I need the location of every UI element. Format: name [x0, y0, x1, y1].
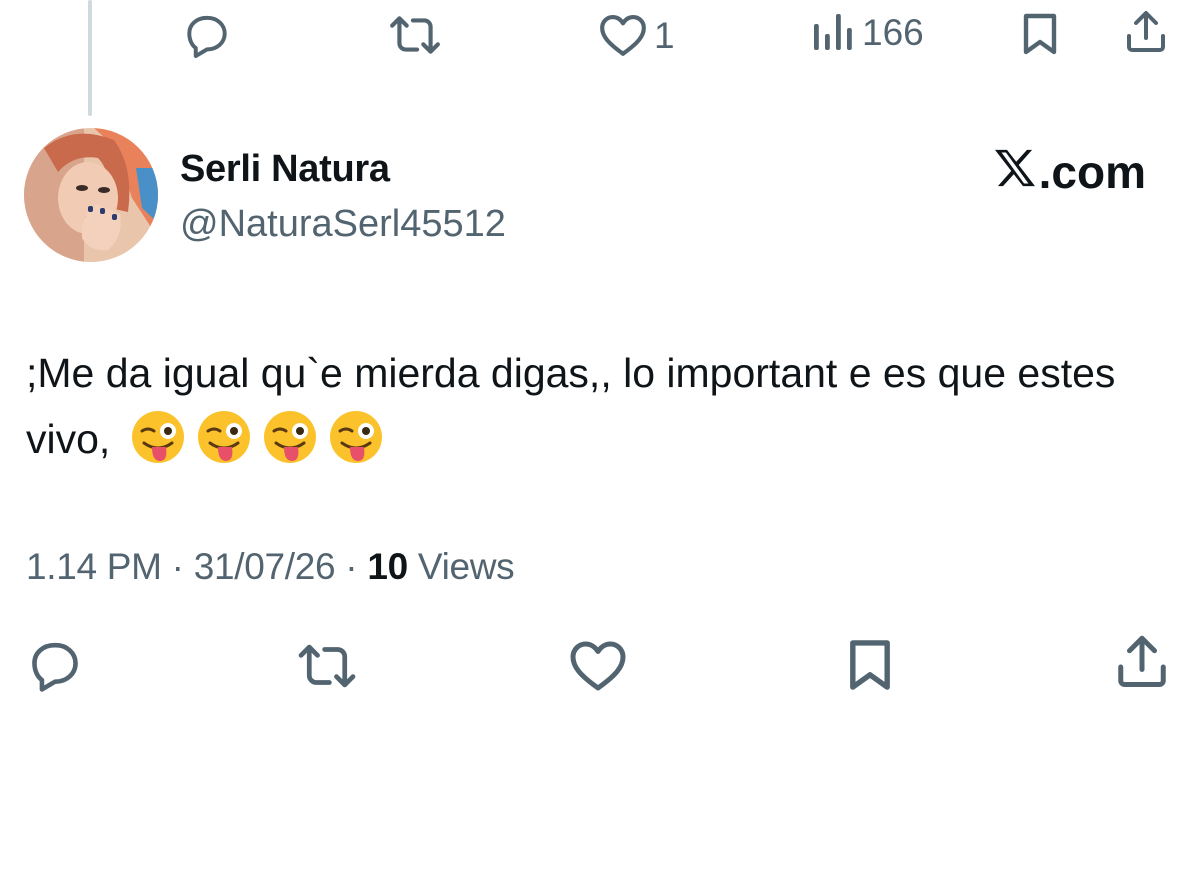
prev-share-button[interactable] [1122, 8, 1170, 56]
retweet-icon [388, 12, 442, 58]
share-icon [1112, 632, 1172, 692]
winking-face-with-tongue-icon [130, 409, 186, 465]
meta-separator: · [335, 546, 368, 587]
prev-like-count: 1 [654, 14, 675, 56]
author-handle[interactable]: @NaturaSerl45512 [180, 203, 506, 246]
bookmark-icon [1018, 12, 1062, 56]
winking-face-with-tongue-icon [328, 409, 384, 465]
analytics-icon [812, 12, 856, 52]
share-icon [1122, 8, 1170, 56]
x-com-watermark: .com [993, 145, 1146, 199]
bookmark-icon [844, 638, 896, 692]
reply-button[interactable] [26, 636, 84, 694]
views-label[interactable]: Views [408, 546, 515, 587]
heart-icon [568, 638, 628, 693]
winking-face-with-tongue-icon [262, 409, 318, 465]
emoji-row [130, 409, 384, 465]
share-button[interactable] [1112, 632, 1172, 692]
tweet-date[interactable]: 31/07/26 [194, 546, 336, 587]
prev-retweet-button[interactable] [388, 12, 442, 58]
tweet-page: 1 166 Serli Natura @NaturaSerl45512 .com… [0, 0, 1200, 869]
winking-face-with-tongue-icon [196, 409, 252, 465]
tweet-text: ;Me da igual qu`e mierda digas,, lo impo… [26, 340, 1166, 472]
author-display-name[interactable]: Serli Natura [180, 148, 390, 191]
meta-separator: · [161, 546, 194, 587]
views-count[interactable]: 10 [367, 546, 408, 587]
prev-bookmark-button[interactable] [1018, 12, 1062, 56]
bookmark-button[interactable] [844, 638, 896, 692]
thread-connector [88, 0, 92, 116]
prev-views-count: 166 [862, 11, 924, 53]
x-logo-icon [993, 145, 1039, 199]
like-button[interactable] [568, 638, 628, 693]
avatar[interactable] [24, 128, 158, 262]
retweet-icon [296, 640, 358, 692]
prev-like-button[interactable]: 1 [598, 12, 675, 58]
tweet-meta: 1.14 PM · 31/07/26 · 10 Views [26, 546, 515, 588]
tweet-time[interactable]: 1.14 PM [26, 546, 162, 587]
reply-icon [182, 10, 232, 60]
retweet-button[interactable] [296, 640, 358, 692]
brand-domain: .com [1038, 146, 1146, 198]
reply-icon [26, 636, 84, 694]
prev-reply-button[interactable] [182, 10, 232, 60]
prev-views-button[interactable]: 166 [812, 12, 924, 52]
heart-icon [598, 12, 648, 58]
